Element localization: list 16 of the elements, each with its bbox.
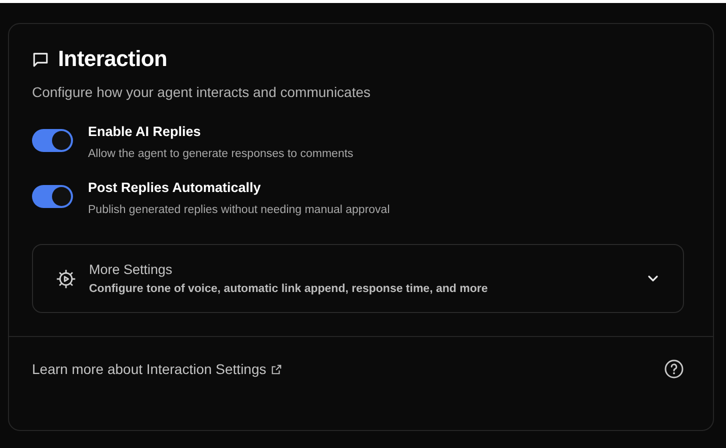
toggle-label: Post Replies Automatically bbox=[88, 180, 262, 195]
panel-subtitle: Configure how your agent interacts and communicates bbox=[32, 84, 372, 100]
learn-more-link[interactable]: Learn more about Interaction Settings bbox=[32, 361, 266, 377]
gear-icon bbox=[55, 268, 77, 290]
toggle-description: Allow the agent to generate responses to comments bbox=[88, 148, 354, 160]
help-icon[interactable] bbox=[664, 359, 684, 379]
panel-title: Interaction bbox=[58, 46, 168, 72]
external-link-icon bbox=[271, 364, 282, 374]
more-settings-panel[interactable]: More Settings Configure tone of voice, automatic link append, response time, and more bbox=[32, 244, 684, 313]
more-settings-description: Configure tone of voice, automatic link append, response time, and more bbox=[89, 283, 489, 295]
toggle-switch[interactable] bbox=[32, 129, 73, 152]
toggle-description: Publish generated replies without needing manual approval bbox=[88, 204, 390, 216]
toggle-switch[interactable] bbox=[32, 185, 73, 208]
toggle-label: Enable AI Replies bbox=[88, 124, 202, 139]
more-settings-title: More Settings bbox=[89, 262, 174, 277]
chat-bubble-icon bbox=[32, 50, 49, 68]
